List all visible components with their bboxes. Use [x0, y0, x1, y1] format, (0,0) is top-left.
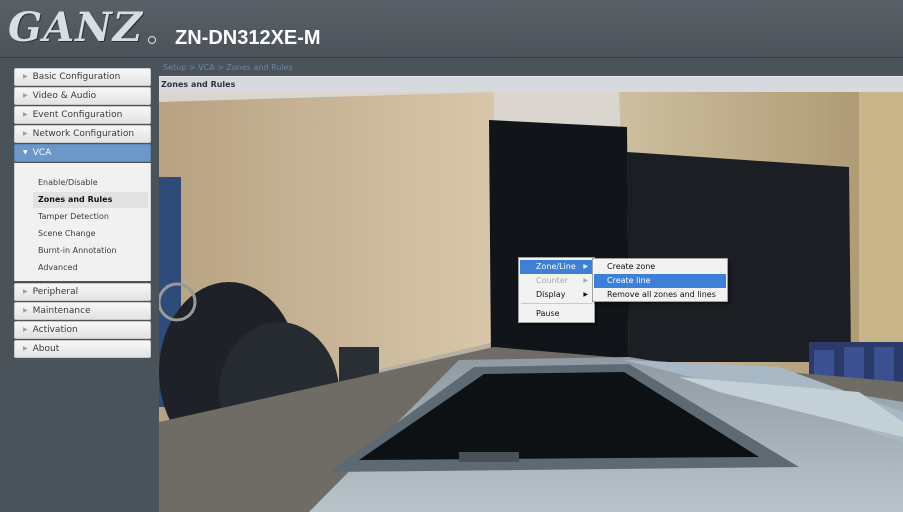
sidebar-item-label: Network Configuration	[32, 129, 135, 139]
sidebar-item-label: VCA	[32, 148, 52, 158]
menu-item-create-zone[interactable]: Create zone	[594, 260, 726, 274]
vca-submenu: Enable/Disable Zones and Rules Tamper De…	[14, 163, 151, 281]
sidebar-item-about[interactable]: ▶ About	[14, 340, 151, 358]
logo-registered-mark	[148, 36, 156, 44]
sidebar: ▶ Basic Configuration ▶ Video & Audio ▶ Eve…	[0, 58, 159, 512]
sidebar-item-event-configuration[interactable]: ▶ Event Configuration	[14, 106, 151, 124]
sidebar-item-label: Activation	[32, 325, 78, 335]
menu-item-create-line[interactable]: Create line	[594, 274, 726, 288]
sidebar-item-label: Peripheral	[32, 287, 79, 297]
page-title: Zones and Rules	[159, 76, 903, 92]
sidebar-item-peripheral[interactable]: ▶ Peripheral	[14, 283, 151, 301]
sidebar-item-video-audio[interactable]: ▶ Video & Audio	[14, 87, 151, 105]
sidebar-item-basic-configuration[interactable]: ▶ Basic Configuration	[14, 68, 151, 86]
submenu-item-tamper-detection[interactable]: Tamper Detection	[33, 209, 148, 225]
sidebar-item-label: Basic Configuration	[32, 72, 121, 82]
menu-item-label: Zone/Line	[536, 262, 576, 271]
submenu-item-scene-change[interactable]: Scene Change	[33, 226, 148, 242]
menu-item-remove-all-zones-and-lines[interactable]: Remove all zones and lines	[594, 288, 726, 302]
breadcrumb: Setup > VCA > Zones and Rules	[163, 63, 293, 72]
submenu-item-advanced[interactable]: Advanced	[33, 260, 148, 276]
submenu-arrow-icon: ▶	[583, 263, 588, 270]
chevron-right-icon: ▶	[23, 307, 28, 314]
sidebar-item-label: Video & Audio	[32, 91, 97, 101]
submenu-item-enable-disable[interactable]: Enable/Disable	[33, 175, 148, 191]
header: GANZ ZN-DN312XE-M	[0, 0, 903, 58]
camera-model-title: ZN-DN312XE-M	[175, 27, 321, 49]
chevron-right-icon: ▶	[23, 288, 28, 295]
sidebar-item-label: Maintenance	[32, 306, 91, 316]
menu-item-label: Pause	[536, 309, 560, 318]
menu-item-label: Counter	[536, 276, 568, 285]
menu-item-pause[interactable]: Pause	[520, 307, 593, 321]
context-menu: Zone/Line ▶ Counter ▶ Display ▶ Pause	[518, 257, 595, 323]
chevron-right-icon: ▶	[23, 92, 28, 99]
chevron-right-icon: ▶	[23, 111, 28, 118]
sidebar-item-activation[interactable]: ▶ Activation	[14, 321, 151, 339]
chevron-down-icon: ▼	[23, 149, 28, 156]
submenu-item-burnt-in-annotation[interactable]: Burnt-in Annotation	[33, 243, 148, 259]
sidebar-item-label: Event Configuration	[32, 110, 123, 120]
ganz-logo: GANZ	[8, 4, 143, 51]
menu-item-counter: Counter ▶	[520, 274, 593, 288]
submenu-arrow-icon: ▶	[583, 291, 588, 298]
sidebar-item-maintenance[interactable]: ▶ Maintenance	[14, 302, 151, 320]
menu-item-label: Display	[536, 290, 566, 299]
menu-item-display[interactable]: Display ▶	[520, 288, 593, 302]
sidebar-item-network-configuration[interactable]: ▶ Network Configuration	[14, 125, 151, 143]
zone-line-submenu: Create zone Create line Remove all zones…	[592, 258, 728, 302]
sidebar-item-vca[interactable]: ▼ VCA	[14, 144, 151, 162]
chevron-right-icon: ▶	[23, 73, 28, 80]
chevron-right-icon: ▶	[23, 326, 28, 333]
menu-separator	[521, 303, 592, 304]
menu-item-zone-line[interactable]: Zone/Line ▶	[520, 260, 593, 274]
chevron-right-icon: ▶	[23, 130, 28, 137]
chevron-right-icon: ▶	[23, 345, 28, 352]
sidebar-item-label: About	[32, 344, 60, 354]
submenu-arrow-icon: ▶	[583, 277, 588, 284]
submenu-item-zones-and-rules[interactable]: Zones and Rules	[33, 192, 148, 208]
